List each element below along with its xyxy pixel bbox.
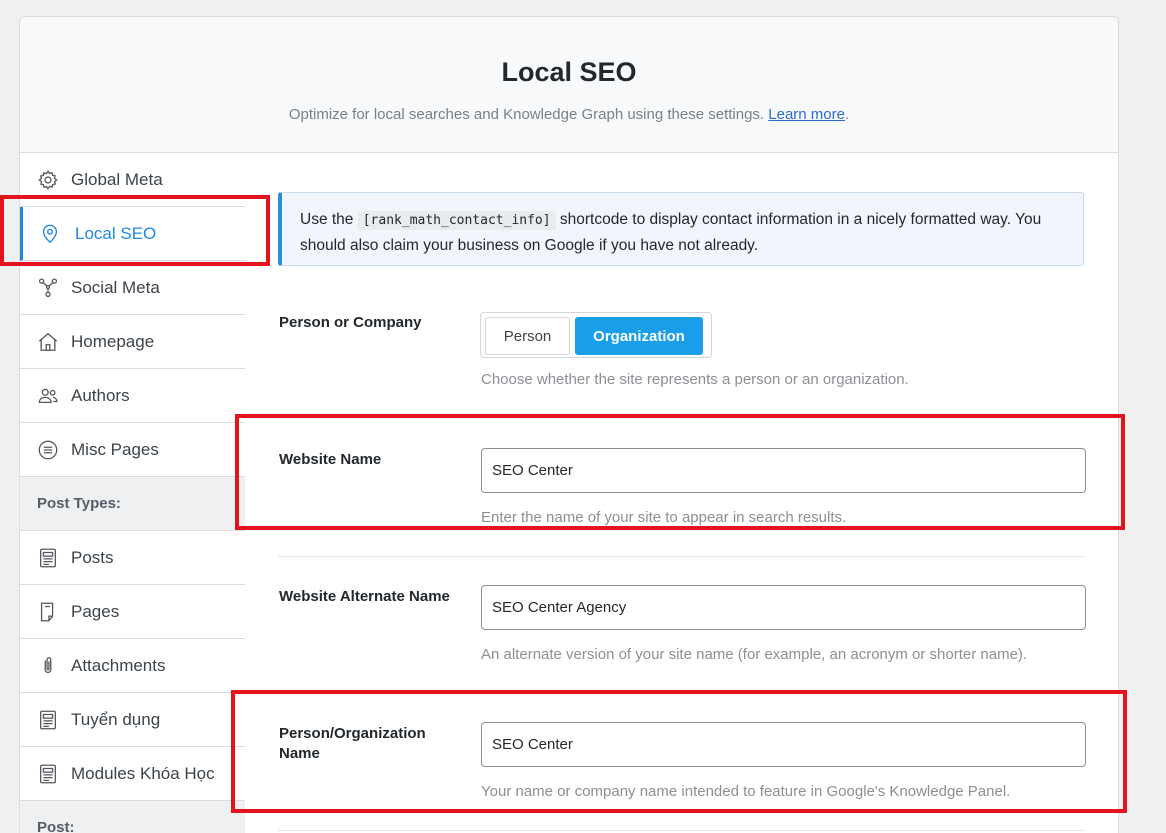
sidebar-item-label: Authors — [71, 385, 130, 405]
sidebar-item-label: Modules Khóa Học — [71, 763, 215, 783]
sidebar-item-label: Posts — [71, 547, 114, 567]
website-alternate-name-label: Website Alternate Name — [279, 588, 450, 605]
sidebar-item-misc-pages[interactable]: Misc Pages — [20, 423, 245, 477]
sidebar-item-global-meta[interactable]: Global Meta — [20, 153, 245, 207]
settings-panel: Local SEO Optimize for local searches an… — [19, 16, 1119, 833]
shortcode: [rank_math_contact_info] — [357, 211, 556, 230]
website-name-description: Enter the name of your site to appear in… — [481, 509, 847, 526]
website-alternate-name-description: An alternate version of your site name (… — [481, 646, 1028, 663]
page-icon — [36, 600, 60, 624]
users-icon — [36, 384, 60, 408]
sidebar-item-authors[interactable]: Authors — [20, 369, 245, 423]
gear-icon — [36, 168, 60, 192]
sidebar-item-label: Social Meta — [71, 277, 160, 297]
page-title: Local SEO — [501, 57, 637, 87]
sidebar-item-label: Pages — [71, 601, 120, 621]
website-name-label: Website Name — [279, 451, 382, 468]
person-option-button[interactable]: Person — [485, 317, 570, 355]
settings-sidebar: Global Meta Local SEO Social Meta Homepa… — [20, 153, 246, 833]
settings-content: Use the [rank_math_contact_info] shortco… — [246, 153, 1118, 833]
organization-option-button[interactable]: Organization — [575, 317, 703, 355]
website-name-input[interactable]: SEO Center — [481, 448, 1086, 493]
sidebar-item-label: Attachments — [71, 655, 166, 675]
sidebar-item-tuyen-dung[interactable]: Tuyển dụng — [20, 693, 245, 747]
document-icon — [36, 762, 60, 786]
section-post: Post: — [20, 801, 245, 833]
person-or-company-toggle: Person Organization — [480, 312, 712, 358]
home-icon — [36, 330, 60, 354]
sidebar-item-homepage[interactable]: Homepage — [20, 315, 245, 369]
sidebar-item-label: Local SEO — [75, 223, 157, 243]
sidebar-item-pages[interactable]: Pages — [20, 585, 245, 639]
share-icon — [36, 276, 60, 300]
sidebar-item-social-meta[interactable]: Social Meta — [20, 261, 245, 315]
website-alternate-name-input[interactable]: SEO Center Agency — [481, 585, 1086, 630]
person-org-name-label: Person/Organization Name — [279, 725, 426, 762]
person-org-name-description: Your name or company name intended to fe… — [481, 783, 1011, 800]
divider — [278, 693, 1085, 694]
sidebar-item-label: Tuyển dụng — [71, 709, 161, 729]
panel-header: Local SEO Optimize for local searches an… — [20, 17, 1118, 153]
learn-more-link[interactable]: Learn more — [768, 106, 845, 123]
paperclip-icon — [36, 654, 60, 678]
document-icon — [36, 546, 60, 570]
sidebar-item-modules-khoa-hoc[interactable]: Modules Khóa Học — [20, 747, 245, 801]
sidebar-item-posts[interactable]: Posts — [20, 531, 245, 585]
person-or-company-label: Person or Company — [279, 314, 422, 331]
sidebar-item-label: Misc Pages — [71, 439, 159, 459]
divider — [278, 556, 1085, 557]
page-subtitle: Optimize for local searches and Knowledg… — [288, 106, 850, 123]
sidebar-item-attachments[interactable]: Attachments — [20, 639, 245, 693]
document-icon — [36, 708, 60, 732]
divider — [278, 830, 1085, 831]
person-org-name-input[interactable]: SEO Center — [481, 722, 1086, 767]
sidebar-item-label: Global Meta — [71, 169, 163, 189]
section-post-types: Post Types: — [20, 477, 245, 531]
sidebar-item-label: Homepage — [71, 331, 155, 351]
list-circle-icon — [36, 438, 60, 462]
sidebar-item-local-seo[interactable]: Local SEO — [20, 207, 246, 261]
location-pin-icon — [38, 222, 62, 246]
person-or-company-description: Choose whether the site represents a per… — [481, 371, 909, 388]
info-notice: Use the [rank_math_contact_info] shortco… — [278, 192, 1084, 266]
